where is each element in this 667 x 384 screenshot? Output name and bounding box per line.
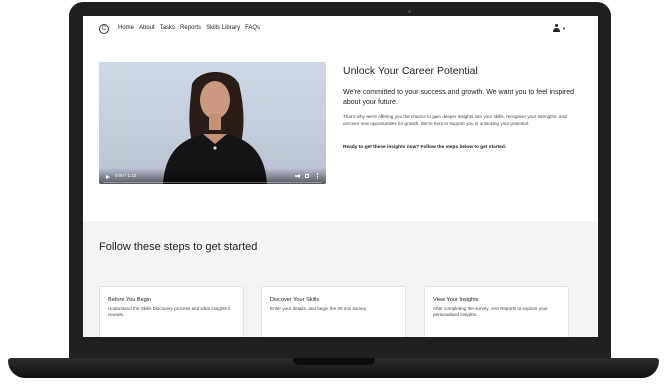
hero-cta-text: Ready to get these insights now? Follow … xyxy=(343,145,507,150)
hero-body: That's why we're offering you the chance… xyxy=(343,114,567,126)
video-time: 0:00 / 1:10 xyxy=(115,173,137,178)
video-progress-bar[interactable] xyxy=(103,182,322,183)
video-player[interactable]: 0:00 / 1:10 xyxy=(99,62,326,184)
nav-link-skills-library[interactable]: Skills Library xyxy=(206,25,240,31)
step-card-title: Before You Begin xyxy=(108,297,152,303)
more-icon[interactable] xyxy=(317,173,318,179)
brand-logo[interactable]: C xyxy=(99,24,109,34)
navbar: C Home About Tasks Reports Skills Librar… xyxy=(83,16,598,42)
nav-link-faqs[interactable]: FAQs xyxy=(245,25,260,31)
volume-icon[interactable] xyxy=(295,174,300,178)
step-card-view-insights[interactable]: View Your Insights After completing the … xyxy=(424,286,569,337)
user-menu[interactable]: ▼ xyxy=(553,24,566,32)
step-card-title: View Your Insights xyxy=(433,297,479,303)
hero-title: Unlock Your Career Potential xyxy=(343,65,478,77)
step-card-title: Discover Your Skills xyxy=(270,297,320,303)
video-controls: 0:00 / 1:10 xyxy=(99,168,326,184)
laptop-notch xyxy=(293,358,375,365)
steps-title: Follow these steps to get started xyxy=(99,241,258,253)
camera-dot xyxy=(408,10,411,13)
steps-section: Follow these steps to get started Before… xyxy=(83,221,598,337)
nav-link-reports[interactable]: Reports xyxy=(180,25,201,31)
nav-link-home[interactable]: Home xyxy=(118,25,134,31)
play-icon[interactable] xyxy=(106,175,110,179)
nav-link-tasks[interactable]: Tasks xyxy=(160,25,175,31)
step-card-before-you-begin[interactable]: Before You Begin Understand the Skills D… xyxy=(99,286,244,337)
nav-links: Home About Tasks Reports Skills Library … xyxy=(118,25,260,31)
step-card-desc: Understand the Skills Discovery process … xyxy=(108,306,231,318)
step-card-discover-skills[interactable]: Discover Your Skills Enter your details,… xyxy=(261,286,406,337)
step-card-desc: Enter your details, and begin the 30 min… xyxy=(270,306,367,311)
nav-link-about[interactable]: About xyxy=(139,25,155,31)
user-icon xyxy=(553,24,561,32)
step-card-desc: After completing the survey, visit Repor… xyxy=(433,306,548,318)
presenter-image xyxy=(163,72,267,184)
hero-lead: We're committed to your success and grow… xyxy=(343,89,575,106)
chevron-down-icon: ▼ xyxy=(562,25,566,31)
fullscreen-icon[interactable] xyxy=(305,174,309,178)
screen: C Home About Tasks Reports Skills Librar… xyxy=(83,16,598,337)
